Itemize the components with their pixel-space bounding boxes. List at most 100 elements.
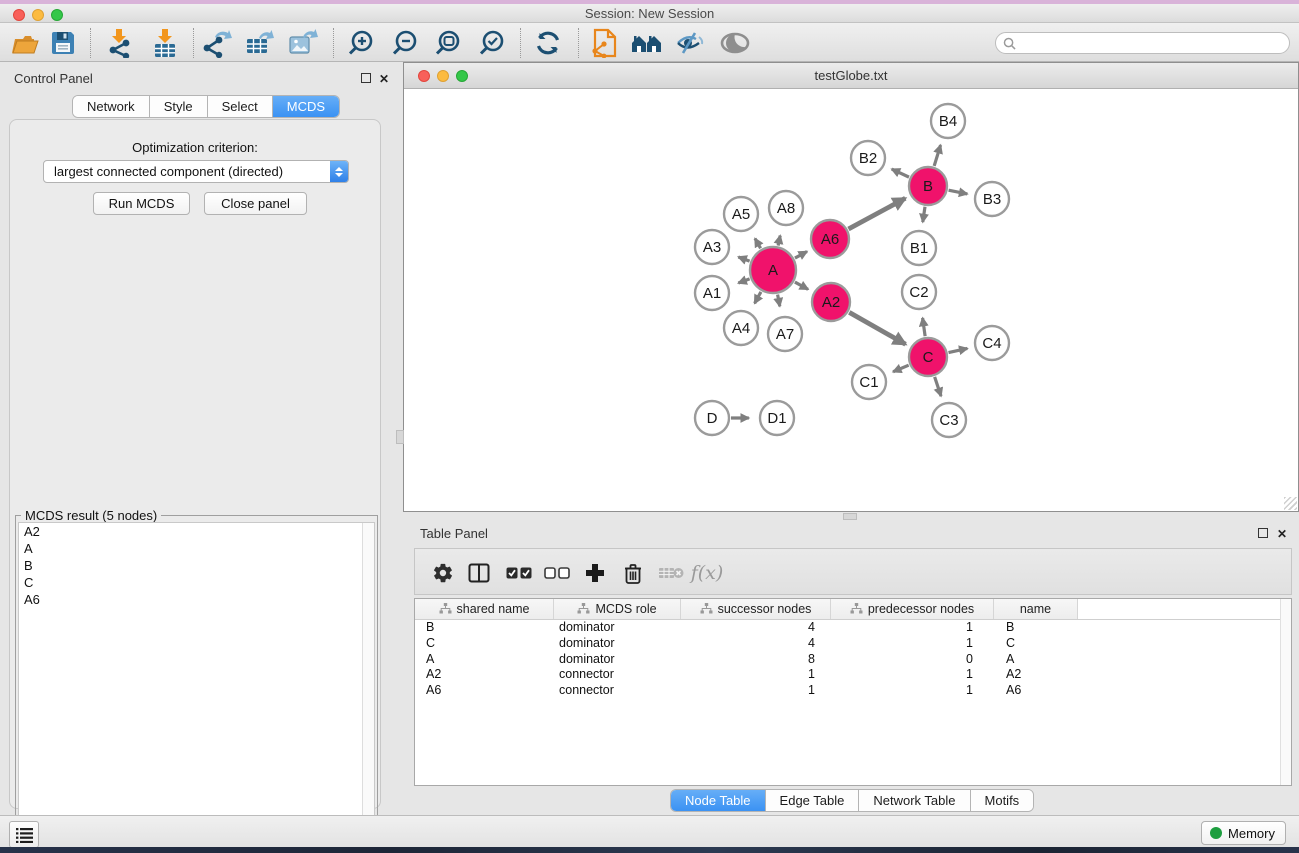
- graph-edge-B-B1[interactable]: [923, 207, 925, 222]
- mcds-result-item[interactable]: B: [19, 557, 374, 574]
- table-cell[interactable]: 4: [681, 620, 831, 636]
- export-network-icon[interactable]: [200, 26, 236, 60]
- graph-edge-C-C3[interactable]: [935, 377, 941, 396]
- graph-edge-A-A1[interactable]: [738, 279, 749, 283]
- graph-edge-A-A5[interactable]: [755, 238, 761, 248]
- table-cell[interactable]: C: [415, 636, 554, 652]
- close-panel-icon[interactable]: ✕: [379, 72, 389, 86]
- graph-edge-C-C1[interactable]: [893, 365, 909, 372]
- graph-node-B3[interactable]: B3: [975, 182, 1009, 216]
- show-task-history-button[interactable]: [9, 821, 39, 848]
- table-cell[interactable]: 1: [681, 667, 831, 683]
- table-cell[interactable]: dominator: [554, 652, 681, 668]
- graph-node-A[interactable]: A: [750, 247, 796, 293]
- graph-node-A8[interactable]: A8: [769, 191, 803, 225]
- network-graph-canvas[interactable]: AA1A2A3A4A5A6A7A8BB1B2B3B4CC1C2C3C4DD1: [404, 89, 1298, 511]
- tab-edge-table[interactable]: Edge Table: [766, 790, 860, 811]
- result-list-scrollbar[interactable]: [362, 523, 374, 853]
- tab-node-table[interactable]: Node Table: [671, 790, 766, 811]
- zoom-network-button[interactable]: [456, 70, 468, 82]
- table-cell[interactable]: A2: [415, 667, 554, 683]
- graph-node-D1[interactable]: D1: [760, 401, 794, 435]
- network-window-titlebar[interactable]: testGlobe.txt: [404, 63, 1298, 89]
- tab-select[interactable]: Select: [208, 96, 273, 117]
- graph-edge-A-A4[interactable]: [755, 292, 761, 303]
- optimization-criterion-select[interactable]: largest connected component (directed): [43, 160, 349, 183]
- minimize-network-button[interactable]: [437, 70, 449, 82]
- search-box[interactable]: [995, 32, 1290, 54]
- graph-node-A7[interactable]: A7: [768, 317, 802, 351]
- graph-edge-A-A6[interactable]: [795, 252, 807, 259]
- column-header-predecessor-nodes[interactable]: predecessor nodes: [831, 599, 994, 619]
- column-header-MCDS-role[interactable]: MCDS role: [554, 599, 681, 619]
- graph-edge-B-B2[interactable]: [892, 169, 909, 177]
- table-row[interactable]: Bdominator41B: [415, 620, 1291, 636]
- table-cell[interactable]: 1: [681, 683, 831, 699]
- table-cell[interactable]: 8: [681, 652, 831, 668]
- create-column-plus-icon[interactable]: [579, 558, 611, 588]
- graph-edge-A-A2[interactable]: [795, 282, 808, 289]
- delete-column-trash-icon[interactable]: [617, 558, 649, 588]
- graph-edge-C-C4[interactable]: [949, 348, 968, 352]
- import-network-icon[interactable]: [102, 26, 138, 60]
- show-all-networks-icon[interactable]: [629, 26, 665, 60]
- table-cell[interactable]: connector: [554, 667, 681, 683]
- graph-node-B1[interactable]: B1: [902, 231, 936, 265]
- table-cell[interactable]: 1: [831, 667, 994, 683]
- save-session-icon[interactable]: [45, 26, 81, 60]
- graph-node-B4[interactable]: B4: [931, 104, 965, 138]
- close-panel-button[interactable]: Close panel: [204, 192, 307, 215]
- graph-edge-A6-B[interactable]: [848, 198, 905, 229]
- graph-edge-A2-C[interactable]: [849, 312, 905, 344]
- hide-selected-icon[interactable]: [672, 26, 708, 60]
- close-network-button[interactable]: [418, 70, 430, 82]
- zoom-in-icon[interactable]: [343, 26, 379, 60]
- show-selected-icon[interactable]: [717, 26, 753, 60]
- table-row[interactable]: Adominator80A: [415, 652, 1291, 668]
- close-table-panel-icon[interactable]: ✕: [1277, 527, 1287, 541]
- float-table-panel-icon[interactable]: [1258, 527, 1268, 541]
- import-table-icon[interactable]: [147, 26, 183, 60]
- apply-layout-icon[interactable]: [530, 26, 566, 60]
- graph-node-A1[interactable]: A1: [695, 276, 729, 310]
- table-row[interactable]: A6connector11A6: [415, 683, 1291, 699]
- zoom-out-icon[interactable]: [387, 26, 423, 60]
- app-titlebar[interactable]: Session: New Session: [0, 4, 1299, 23]
- table-cell[interactable]: A6: [994, 683, 1078, 699]
- table-cell[interactable]: 0: [831, 652, 994, 668]
- table-row[interactable]: Cdominator41C: [415, 636, 1291, 652]
- graph-node-C4[interactable]: C4: [975, 326, 1009, 360]
- graph-node-B[interactable]: B: [909, 167, 947, 205]
- mcds-result-item[interactable]: A6: [19, 591, 374, 608]
- graph-edge-A-A7[interactable]: [778, 295, 780, 307]
- new-network-from-selection-icon[interactable]: [587, 26, 623, 60]
- graph-edge-A-A3[interactable]: [738, 257, 749, 261]
- graph-node-C1[interactable]: C1: [852, 365, 886, 399]
- export-table-icon[interactable]: [242, 26, 278, 60]
- graph-node-C[interactable]: C: [909, 338, 947, 376]
- column-header-successor-nodes[interactable]: successor nodes: [681, 599, 831, 619]
- horizontal-splitter-handle[interactable]: [843, 513, 857, 520]
- close-window-button[interactable]: [13, 9, 25, 21]
- tab-mcds[interactable]: MCDS: [273, 96, 339, 117]
- graph-node-A6[interactable]: A6: [811, 220, 849, 258]
- graph-edge-C-C2[interactable]: [923, 318, 926, 336]
- graph-node-A2[interactable]: A2: [812, 283, 850, 321]
- network-window-resize-grip[interactable]: [1284, 497, 1297, 510]
- graph-node-C2[interactable]: C2: [902, 275, 936, 309]
- tab-motifs[interactable]: Motifs: [971, 790, 1034, 811]
- zoom-window-button[interactable]: [51, 9, 63, 21]
- mcds-result-item[interactable]: A: [19, 540, 374, 557]
- graph-node-A5[interactable]: A5: [724, 197, 758, 231]
- vertical-splitter-handle[interactable]: [396, 430, 404, 444]
- table-cell[interactable]: A: [994, 652, 1078, 668]
- graph-node-B2[interactable]: B2: [851, 141, 885, 175]
- run-mcds-button[interactable]: Run MCDS: [93, 192, 190, 215]
- graph-node-C3[interactable]: C3: [932, 403, 966, 437]
- tab-style[interactable]: Style: [150, 96, 208, 117]
- table-cell[interactable]: 1: [831, 636, 994, 652]
- table-cell[interactable]: dominator: [554, 636, 681, 652]
- table-cell[interactable]: connector: [554, 683, 681, 699]
- table-cell[interactable]: dominator: [554, 620, 681, 636]
- graph-edge-B-B4[interactable]: [934, 145, 940, 166]
